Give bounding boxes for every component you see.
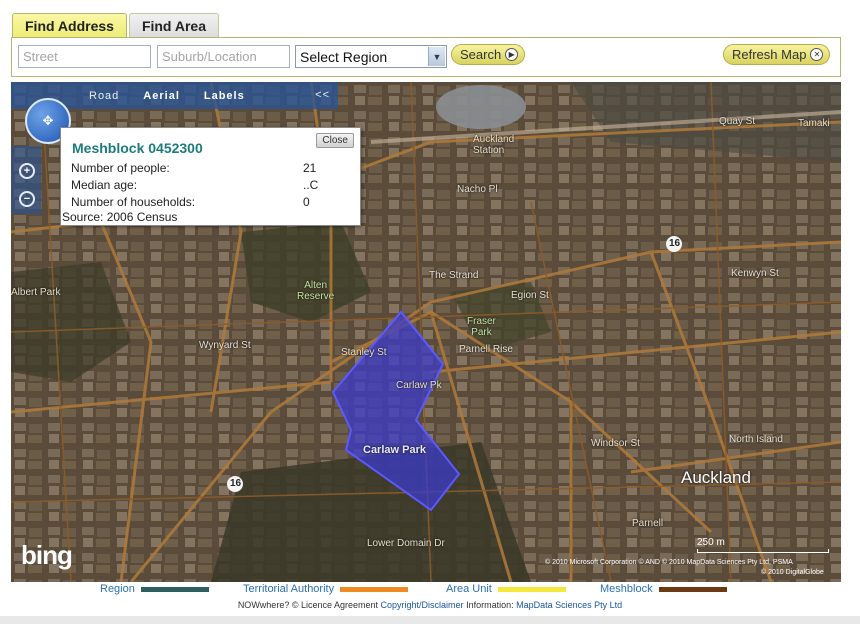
boundary-legend: Region Territorial Authority Area Unit M…: [0, 583, 860, 597]
imagery-copyright: © 2010 DigitalGlobe: [761, 569, 824, 576]
label-parnell: Parnell: [632, 518, 664, 529]
label-route-16b: 16: [230, 478, 242, 489]
tab-find-address[interactable]: Find Address: [12, 13, 127, 38]
label-carlaw-park: Carlaw Park: [363, 444, 426, 456]
label-kenwyn-st: Kenwyn St: [731, 268, 779, 279]
footer-licence-text: NOWwhere? © Licence Agreement: [237, 600, 379, 610]
label-quay-st: Quay St: [719, 116, 756, 127]
legend-swatch: [140, 586, 209, 592]
search-button-label: Search: [460, 47, 502, 62]
label-auckland: Auckland: [681, 468, 751, 487]
popup-close-button[interactable]: Close: [316, 133, 354, 148]
popup-row-value: 21: [303, 161, 317, 175]
copyright-disclaimer-link[interactable]: Copyright/Disclaimer: [381, 600, 464, 610]
arrow-right-icon: ▶: [505, 48, 519, 61]
labels-toggle-button[interactable]: Labels: [204, 90, 245, 102]
popup-row-value: 0: [303, 195, 310, 209]
bottom-strip: [0, 616, 860, 624]
legend-item-meshblock: Meshblock: [600, 583, 727, 595]
label-alten-reserve: Alten Reserve: [297, 280, 335, 302]
popup-row-value: ..C: [303, 178, 319, 192]
label-stanley-st: Stanley St: [341, 347, 387, 358]
scale-label: 250 m: [697, 537, 725, 548]
chevron-down-icon[interactable]: ▼: [428, 47, 445, 66]
tab-find-area[interactable]: Find Area: [128, 13, 219, 37]
legend-item-region: Region: [100, 583, 209, 595]
legend-label: Region: [100, 583, 135, 595]
legend-label: Meshblock: [600, 583, 653, 595]
label-north-island: North Island: [729, 434, 783, 445]
label-fraser-park: Fraser Park: [467, 316, 496, 338]
scale-bar: [697, 549, 829, 553]
label-the-strand: The Strand: [429, 270, 479, 281]
region-select-value: Select Region: [300, 48, 388, 65]
label-lower-domain-dr: Lower Domain Dr: [367, 538, 445, 549]
aerial-view-button[interactable]: Aerial: [143, 90, 180, 102]
popup-row-key: Number of people:: [71, 161, 170, 175]
collapse-toolbar-button[interactable]: <<: [315, 89, 330, 101]
mapdata-sciences-link[interactable]: MapData Sciences Pty Ltd: [516, 600, 622, 610]
legend-swatch: [497, 586, 566, 592]
label-route-16: 16: [669, 238, 681, 249]
legend-item-area-unit: Area Unit: [446, 583, 566, 595]
zoom-in-icon[interactable]: +: [19, 163, 35, 179]
suburb-input[interactable]: [157, 45, 290, 68]
label-parnell-rise: Parnell Rise: [459, 344, 513, 355]
legend-swatch: [340, 586, 409, 592]
refresh-map-label: Refresh Map: [732, 47, 807, 62]
compass-arrows-icon: ✥: [42, 113, 54, 128]
bing-logo: bing: [21, 540, 73, 570]
tab-bar: Find Address Find Area: [12, 13, 219, 38]
close-icon: ✕: [810, 48, 824, 61]
refresh-map-button[interactable]: Refresh Map ✕: [723, 44, 831, 65]
legend-label: Territorial Authority: [243, 583, 335, 595]
label-wynyard-st: Wynyard St: [199, 340, 251, 351]
map-view[interactable]: Auckland Station Quay St Tamaki Nacho Pl…: [11, 82, 841, 582]
road-view-button[interactable]: Road: [89, 90, 119, 102]
label-tamaki: Tamaki: [798, 118, 830, 129]
zoom-controls: + −: [11, 146, 41, 214]
label-carlaw-pk: Carlaw Pk: [396, 380, 442, 391]
legend-item-territorial-authority: Territorial Authority: [243, 583, 409, 595]
popup-source: Source: 2006 Census: [62, 210, 178, 224]
footer-information-label: Information:: [466, 600, 514, 610]
label-windsor-st: Windsor St: [591, 438, 640, 449]
popup-row-key: Median age:: [71, 178, 138, 192]
search-panel: Select Region ▼ Search ▶ Refresh Map ✕: [11, 37, 841, 77]
label-nacho-pl: Nacho Pl: [457, 184, 498, 195]
region-select[interactable]: Select Region ▼: [295, 45, 447, 68]
label-auckland-station: Auckland Station: [473, 134, 515, 156]
street-input[interactable]: [18, 45, 151, 68]
popup-row-key: Number of households:: [71, 195, 196, 209]
footer: NOWwhere? © Licence Agreement Copyright/…: [0, 600, 860, 610]
legend-label: Area Unit: [446, 583, 492, 595]
label-albert-park: Albert Park: [11, 287, 61, 298]
label-egion-st: Egion St: [511, 290, 549, 301]
popup-title: Meshblock 0452300: [72, 140, 203, 156]
meshblock-info-popup: Meshblock 0452300 Close Number of people…: [60, 127, 361, 226]
search-button[interactable]: Search ▶: [451, 44, 526, 65]
zoom-out-icon[interactable]: −: [19, 191, 35, 207]
legend-swatch: [658, 586, 727, 592]
map-copyright: © 2010 Microsoft Corporation © AND © 201…: [545, 559, 793, 566]
